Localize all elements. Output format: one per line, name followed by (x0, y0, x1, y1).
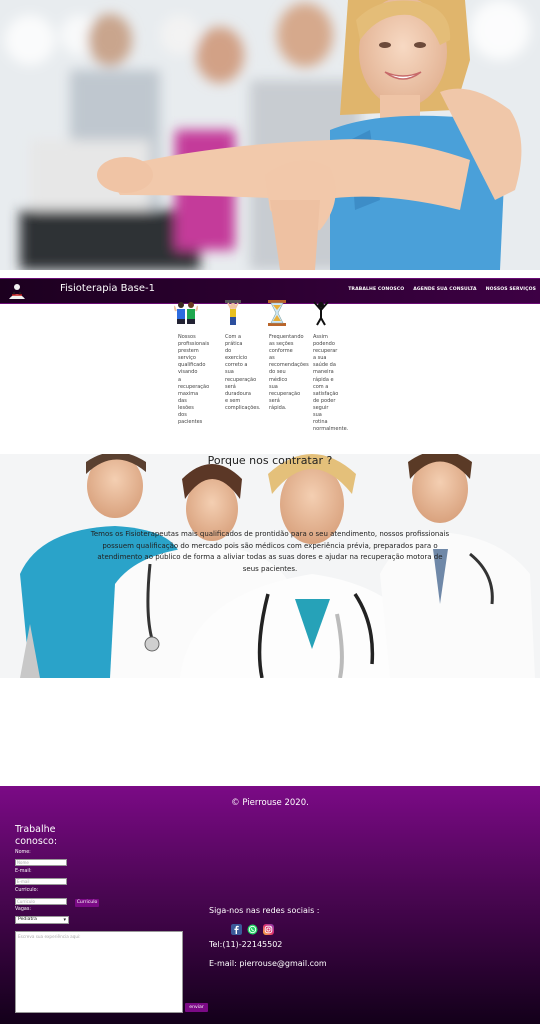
send-button[interactable]: enviar (185, 1003, 208, 1012)
nav-link-trabalhe-conosco[interactable]: TRABALHE CONOSCO (348, 287, 404, 292)
facebook-icon[interactable] (231, 924, 242, 935)
feature-text: Frequentando as seções conforme as recom… (269, 334, 309, 411)
victory-icon (313, 301, 329, 326)
cv-field[interactable]: Curriculo (15, 898, 67, 905)
nav-link-nossos-servicos[interactable]: NOSSOS SERVIÇOS (486, 287, 536, 292)
feature-card: Assim podendo recuperar a sua saúde da m… (309, 300, 349, 433)
phone-text: Tel:(11)-22145502 (209, 940, 283, 949)
team-icon (173, 302, 199, 324)
feature-text: Assim podendo recuperar a sua saúde da m… (313, 334, 349, 433)
vagas-select[interactable]: Pediatra ▾ (15, 916, 69, 924)
copyright: © Pierrouse 2020. (231, 798, 309, 808)
experience-textarea[interactable]: Escreva sua experiência aqui: (15, 931, 183, 1013)
feature-card: Nossos profissionais prestem serviço qua… (173, 300, 212, 426)
email-field[interactable]: E-mail (15, 878, 67, 885)
feature-card: Com a prática do exercício correto a sua… (221, 300, 261, 412)
chevron-down-icon: ▾ (63, 917, 66, 923)
social-title: Siga-nos nas redes sociais : (209, 906, 320, 915)
hourglass-icon (268, 300, 286, 326)
vagas-label: Vagas: (15, 907, 31, 912)
cv-label: Curriculo: (15, 888, 39, 893)
brand-title[interactable]: Fisioterapia Base-1 (60, 283, 155, 294)
hero-image (0, 0, 540, 270)
why-text: Temos os Fisioterapeutas mais qualificad… (90, 530, 450, 573)
feature-text: Nossos profissionais prestem serviço qua… (178, 334, 210, 426)
brand-logo-icon[interactable] (6, 281, 28, 301)
why-section: Porque nos contratar ? Temos os Fisioter… (0, 454, 540, 678)
why-title: Porque nos contratar ? (207, 454, 333, 467)
nav-links: TRABALHE CONOSCO AGENDE SUA CONSULTA NOS… (348, 287, 536, 292)
feature-card: Frequentando as seções conforme as recom… (265, 300, 309, 412)
footer: © Pierrouse 2020. Trabalhe conosco: Nome… (0, 786, 540, 1024)
nav-link-agende-consulta[interactable]: AGENDE SUA CONSULTA (413, 287, 476, 292)
email-text: E-mail: pierrouse@gmail.com (209, 959, 327, 968)
social-icons (231, 924, 274, 935)
vagas-selected-value: Pediatra (18, 917, 37, 922)
cv-upload-button[interactable]: Curriculo (75, 899, 99, 907)
email-label: E-mail: (15, 869, 32, 874)
exercise-icon (225, 300, 241, 325)
instagram-icon[interactable] (263, 924, 274, 935)
form-title: Trabalhe conosco: (15, 824, 58, 847)
name-label: Nome: (15, 850, 31, 855)
name-field[interactable]: Nome (15, 859, 67, 866)
feature-text: Com a prática do exercício correto a sua… (225, 334, 261, 411)
whatsapp-icon[interactable] (247, 924, 258, 935)
features-section: Nossos profissionais prestem serviço qua… (173, 300, 364, 440)
